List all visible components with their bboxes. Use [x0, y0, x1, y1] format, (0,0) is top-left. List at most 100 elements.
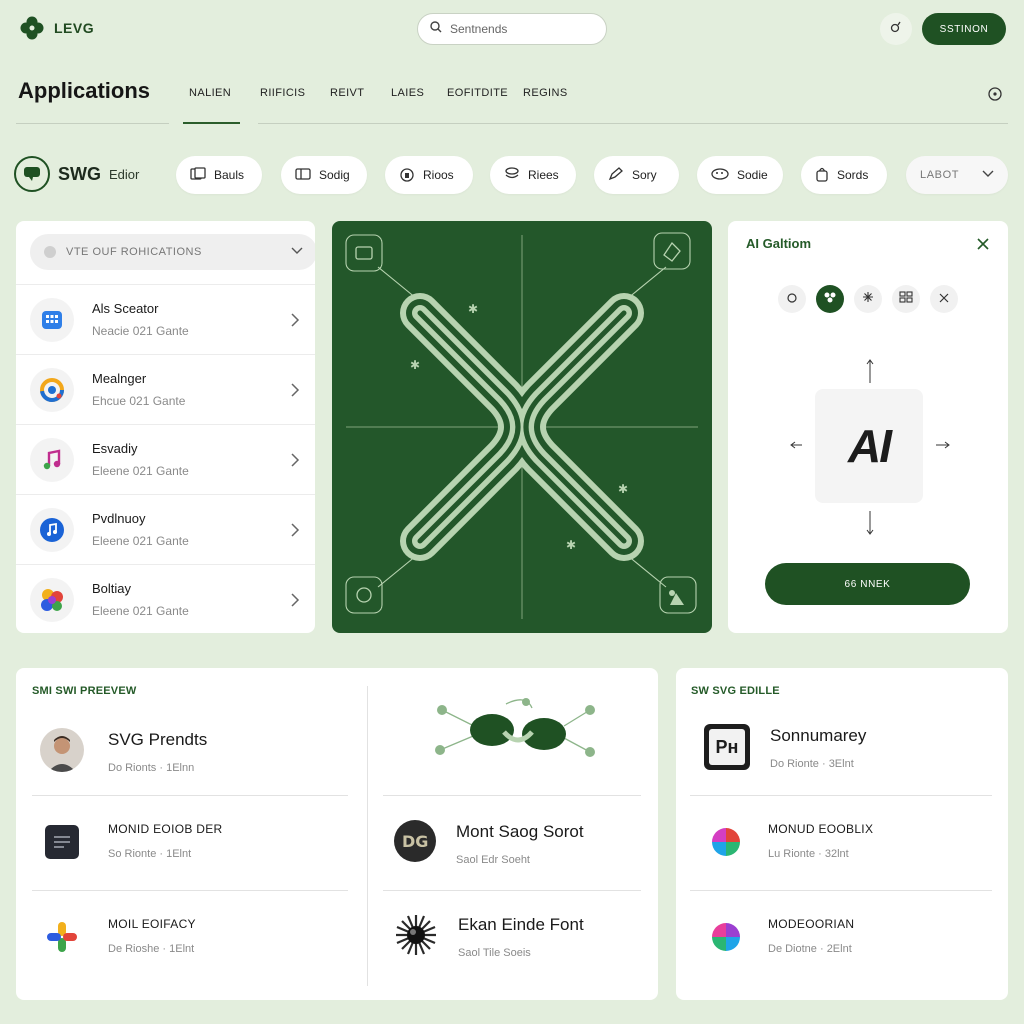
list-item[interactable]: DG Mont Saog Sorot Saol Edr Soeht	[394, 820, 584, 866]
avatar	[40, 728, 84, 772]
notifications-button[interactable]	[880, 13, 912, 45]
folder-icon	[295, 167, 311, 184]
tab-2[interactable]: REIVT	[330, 87, 364, 101]
tab-5[interactable]: REGINS	[523, 87, 568, 101]
editor-brand-name: SWG	[58, 163, 101, 184]
app-logo[interactable]: LEVG	[18, 14, 94, 42]
list-item[interactable]: Ekan Einde Font Saol Tile Soeis	[394, 913, 584, 959]
tab-0[interactable]: NALIEN	[189, 87, 231, 101]
chat-bubble-icon	[14, 156, 50, 192]
ai-panel-title: AI Galtiom	[746, 236, 812, 251]
ai-panel: AI Galtiom AI 66 NNEK	[728, 221, 1008, 633]
row-sub: So Rionte · 1Elnt	[108, 848, 192, 860]
list-item-title: Als Sceator	[92, 301, 159, 316]
group-icon	[899, 290, 913, 308]
row-title: Ekan Einde Font	[458, 915, 584, 934]
list-item[interactable]: Esvadiy Eleene 021 Gante	[16, 424, 315, 494]
row-title: MONUD EOOBLIX	[768, 822, 874, 836]
svg-text:✱: ✱	[468, 302, 478, 316]
search-icon	[430, 20, 442, 38]
tool-sparkle-button[interactable]	[854, 285, 882, 313]
row-title: MOIL EOIFACY	[108, 917, 196, 931]
editor-brand[interactable]: SWG Edior	[14, 156, 139, 192]
row-sub: Saol Edr Soeht	[456, 854, 530, 866]
applications-list: VTE OUF ROHICATIONS Als Sceator Neacie 0…	[16, 221, 315, 633]
tab-3[interactable]: LAIES	[391, 87, 424, 101]
svg-canvas[interactable]: ✱ ✱ ✱ ✱	[332, 221, 712, 633]
lock-icon	[399, 166, 415, 185]
row-title: MODEOORIAN	[768, 917, 855, 931]
plus-color-icon	[40, 915, 84, 959]
pencil-icon	[608, 166, 624, 184]
row-title: SVG Prendts	[108, 730, 208, 749]
row-title: MONID EOIOB DER	[108, 822, 223, 836]
close-icon[interactable]	[976, 237, 990, 251]
tool-select-button[interactable]	[816, 285, 844, 313]
row-title: Sonnumarey	[770, 726, 867, 745]
search-bar[interactable]	[417, 13, 607, 45]
chip-label: Bauls	[214, 168, 245, 182]
chevron-right-icon	[289, 382, 301, 398]
tool-group-button[interactable]	[892, 285, 920, 313]
list-item[interactable]: Pн Sonnumarey Do Rionte · 3Elnt	[704, 724, 866, 770]
svg-preview-section: SMI SWI PREEVEW SVG Prendts Do Rionts · …	[16, 668, 658, 1000]
list-item[interactable]: Pvdlnuoy Eleene 021 Gante	[16, 494, 315, 564]
grid-app-icon	[30, 297, 74, 342]
app-tile-icon: Pн	[704, 724, 750, 770]
list-item-sub: Eleene 021 Gante	[92, 464, 189, 478]
svg-text:✱: ✱	[618, 482, 628, 496]
bell-icon	[889, 20, 903, 39]
clover-icon	[18, 14, 46, 42]
row-title: Mont Saog Sorot	[456, 822, 584, 841]
chip-label: Sory	[632, 168, 657, 182]
circle-icon	[787, 290, 797, 308]
list-item[interactable]: MONUD EOOBLIX Lu Rionte · 32lnt	[704, 820, 873, 864]
chip-0[interactable]: Bauls	[176, 156, 262, 194]
chip-2[interactable]: Rioos	[385, 156, 473, 194]
list-item[interactable]: MONID EOIOB DER So Rionte · 1Elnt	[40, 820, 223, 864]
ai-preview-tile[interactable]: AI	[815, 389, 923, 503]
row-sub: Do Rionte · 3Elnt	[770, 758, 854, 770]
palette-icon	[711, 167, 729, 183]
nav-divider	[16, 123, 169, 124]
row-sub: De Rioshe · 1Elnt	[108, 943, 195, 955]
circle-menu-icon[interactable]	[988, 87, 1002, 101]
svg-text:DG: DG	[402, 832, 428, 851]
row-divider	[383, 795, 641, 796]
tab-4[interactable]: EOFITDITE	[447, 87, 508, 101]
chip-label: Sodie	[737, 168, 768, 182]
font-badge-icon: DG	[394, 820, 436, 862]
chip-1[interactable]: Sodig	[281, 156, 367, 194]
document-icon	[40, 820, 84, 864]
list-item[interactable]: Als Sceator Neacie 021 Gante	[16, 284, 315, 354]
applications-filter[interactable]: VTE OUF ROHICATIONS	[30, 234, 315, 270]
sort-select-value: LABOT	[920, 169, 960, 181]
chip-6[interactable]: Sords	[801, 156, 887, 194]
x-icon	[939, 290, 949, 308]
list-item[interactable]: SVG Prendts Do Rionts · 1Elnn	[40, 728, 207, 774]
list-item[interactable]: Mealnger Ehcue 021 Gante	[16, 354, 315, 424]
list-item[interactable]: Boltiay Eleene 021 Gante	[16, 564, 315, 633]
chip-5[interactable]: Sodie	[697, 156, 783, 194]
search-input[interactable]	[450, 22, 580, 36]
generate-button[interactable]: 66 NNEK	[765, 563, 970, 605]
sign-in-button[interactable]: SSTINON	[922, 13, 1006, 45]
sort-select[interactable]: LABOT	[906, 156, 1008, 194]
list-item[interactable]: MOIL EOIFACY De Rioshe · 1Elnt	[40, 915, 196, 959]
chip-4[interactable]: Sory	[594, 156, 679, 194]
canvas-artwork: ✱ ✱ ✱ ✱	[345, 232, 698, 619]
tab-1[interactable]: RIIFICIS	[260, 87, 305, 101]
color-wheel-icon	[704, 915, 748, 959]
tool-circle-button[interactable]	[778, 285, 806, 313]
chevron-right-icon	[289, 452, 301, 468]
list-item-title: Mealnger	[92, 371, 147, 386]
list-item-title: Esvadiy	[92, 441, 138, 456]
brand-name: LEVG	[54, 20, 95, 36]
list-item[interactable]: MODEOORIAN De Diotne · 2Elnt	[704, 915, 854, 959]
chip-3[interactable]: Riees	[490, 156, 576, 194]
music-circle-icon	[30, 507, 74, 552]
blob-app-icon	[30, 577, 74, 622]
row-divider	[690, 795, 992, 796]
ring-app-icon	[30, 367, 74, 412]
tool-close-button[interactable]	[930, 285, 958, 313]
